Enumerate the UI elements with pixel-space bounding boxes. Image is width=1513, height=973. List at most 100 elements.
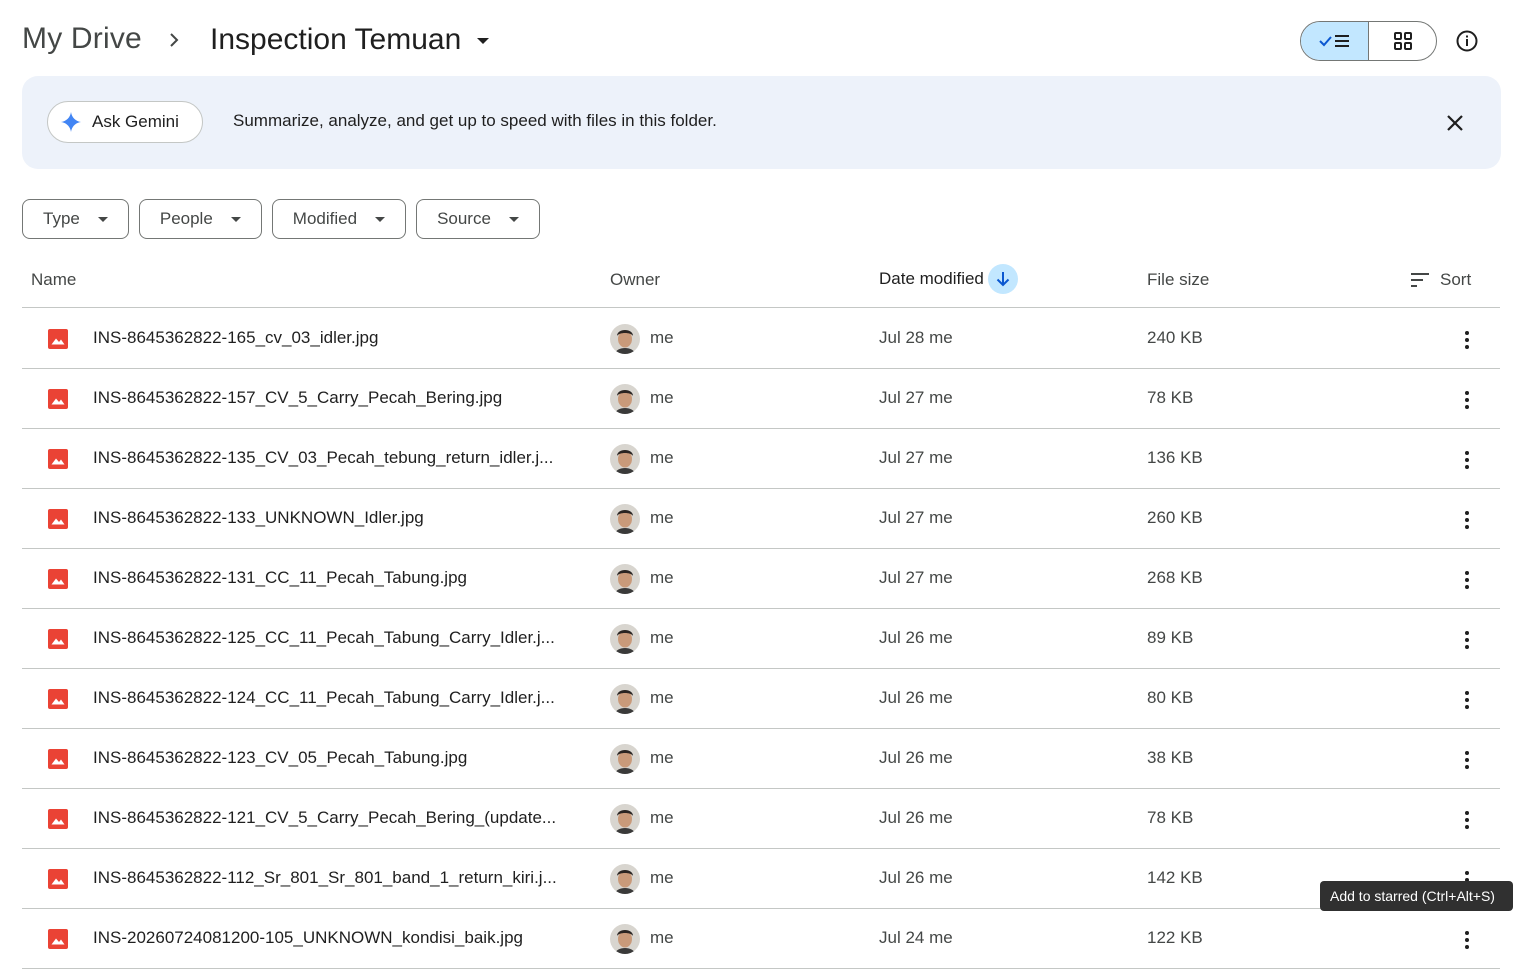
owner-name: me xyxy=(650,568,674,587)
tooltip: Add to starred (Ctrl+Alt+S) xyxy=(1320,881,1513,911)
owner-name: me xyxy=(650,928,674,947)
file-name[interactable]: INS-8645362822-124_CC_11_Pecah_Tabung_Ca… xyxy=(93,688,555,708)
avatar xyxy=(610,924,640,954)
date-modified: Jul 27 me xyxy=(879,448,953,467)
avatar xyxy=(610,384,640,414)
file-name[interactable]: INS-8645362822-135_CV_03_Pecah_tebung_re… xyxy=(93,448,553,468)
more-actions-button[interactable] xyxy=(1452,565,1482,595)
table-row[interactable]: INS-20260724081200-105_UNKNOWN_kondisi_b… xyxy=(22,909,1500,969)
avatar xyxy=(610,864,640,894)
table-row[interactable]: INS-8645362822-135_CV_03_Pecah_tebung_re… xyxy=(22,429,1500,489)
date-modified: Jul 26 me xyxy=(879,808,953,827)
avatar xyxy=(610,564,640,594)
more-actions-button[interactable] xyxy=(1452,385,1482,415)
breadcrumb-current-folder[interactable]: Inspection Temuan xyxy=(210,20,490,60)
table-row[interactable]: INS-8645362822-124_CC_11_Pecah_Tabung_Ca… xyxy=(22,669,1500,729)
ask-gemini-button[interactable]: Ask Gemini xyxy=(47,101,203,143)
more-vert-icon xyxy=(1465,631,1469,649)
table-row[interactable]: INS-8645362822-123_CV_05_Pecah_Tabung.jp… xyxy=(22,729,1500,789)
file-name[interactable]: INS-20260724081200-105_UNKNOWN_kondisi_b… xyxy=(93,928,523,948)
date-modified: Jul 27 me xyxy=(879,388,953,407)
sort-button[interactable]: Sort xyxy=(1410,270,1471,290)
table-row[interactable]: INS-8645362822-157_CV_5_Carry_Pecah_Beri… xyxy=(22,369,1500,429)
file-size: 142 KB xyxy=(1147,868,1203,887)
caret-down-icon xyxy=(477,38,490,44)
table-row[interactable]: INS-8645362822-165_cv_03_idler.jpg me Ju… xyxy=(22,309,1500,369)
more-vert-icon xyxy=(1465,571,1469,589)
close-banner-button[interactable] xyxy=(1442,110,1468,136)
column-header-date-modified[interactable]: Date modified xyxy=(879,264,1018,294)
info-icon xyxy=(1456,30,1478,52)
table-row[interactable]: INS-8645362822-112_Sr_801_Sr_801_band_1_… xyxy=(22,849,1500,909)
image-file-icon xyxy=(48,449,68,469)
column-header-file-size[interactable]: File size xyxy=(1147,270,1209,290)
filter-modified[interactable]: Modified xyxy=(271,199,407,239)
file-name[interactable]: INS-8645362822-125_CC_11_Pecah_Tabung_Ca… xyxy=(93,628,555,648)
more-actions-button[interactable] xyxy=(1452,805,1482,835)
owner-name: me xyxy=(650,328,674,347)
filter-type[interactable]: Type xyxy=(22,199,129,239)
caret-down-icon xyxy=(508,216,519,222)
date-modified: Jul 27 me xyxy=(879,568,953,587)
filter-people[interactable]: People xyxy=(138,199,262,239)
image-file-icon xyxy=(48,689,68,709)
date-modified: Jul 26 me xyxy=(879,868,953,887)
more-vert-icon xyxy=(1465,931,1469,949)
gemini-banner: Ask Gemini Summarize, analyze, and get u… xyxy=(22,76,1501,169)
caret-down-icon xyxy=(375,216,386,222)
caret-down-icon xyxy=(97,216,108,222)
owner-name: me xyxy=(650,688,674,707)
file-name[interactable]: INS-8645362822-131_CC_11_Pecah_Tabung.jp… xyxy=(93,568,467,588)
owner-name: me xyxy=(650,388,674,407)
list-view-button[interactable] xyxy=(1301,22,1369,60)
file-size: 80 KB xyxy=(1147,688,1194,707)
owner-name: me xyxy=(650,748,674,767)
breadcrumb-my-drive[interactable]: My Drive xyxy=(22,22,142,56)
file-size: 268 KB xyxy=(1147,568,1203,587)
arrow-down-icon xyxy=(996,272,1010,287)
table-row[interactable]: INS-8645362822-125_CC_11_Pecah_Tabung_Ca… xyxy=(22,609,1500,669)
file-name[interactable]: INS-8645362822-165_cv_03_idler.jpg xyxy=(93,328,378,348)
file-name[interactable]: INS-8645362822-157_CV_5_Carry_Pecah_Beri… xyxy=(93,388,502,408)
folder-title: Inspection Temuan xyxy=(210,23,462,56)
file-name[interactable]: INS-8645362822-133_UNKNOWN_Idler.jpg xyxy=(93,508,424,528)
date-modified: Jul 24 me xyxy=(879,928,953,947)
view-details-button[interactable] xyxy=(1450,24,1484,58)
close-icon xyxy=(1447,115,1463,131)
owner-name: me xyxy=(650,628,674,647)
more-actions-button[interactable] xyxy=(1452,505,1482,535)
file-name[interactable]: INS-8645362822-121_CV_5_Carry_Pecah_Beri… xyxy=(93,808,556,828)
file-name[interactable]: INS-8645362822-123_CV_05_Pecah_Tabung.jp… xyxy=(93,748,467,768)
chevron-right-icon xyxy=(170,33,179,47)
more-vert-icon xyxy=(1465,511,1469,529)
filter-source[interactable]: Source xyxy=(416,199,540,239)
column-header-name[interactable]: Name xyxy=(31,270,76,290)
file-size: 136 KB xyxy=(1147,448,1203,467)
more-actions-button[interactable] xyxy=(1452,445,1482,475)
column-header-owner[interactable]: Owner xyxy=(610,270,660,290)
table-row[interactable]: INS-8645362822-131_CC_11_Pecah_Tabung.jp… xyxy=(22,549,1500,609)
more-actions-button[interactable] xyxy=(1452,325,1482,355)
filter-label: Source xyxy=(437,209,491,228)
more-actions-button[interactable] xyxy=(1452,925,1482,955)
image-file-icon xyxy=(48,809,68,829)
more-actions-button[interactable] xyxy=(1452,745,1482,775)
image-file-icon xyxy=(48,509,68,529)
image-file-icon xyxy=(48,929,68,949)
avatar xyxy=(610,744,640,774)
sort-icon xyxy=(1411,273,1429,287)
filter-label: Modified xyxy=(292,209,358,228)
more-vert-icon xyxy=(1465,751,1469,769)
file-name[interactable]: INS-8645362822-112_Sr_801_Sr_801_band_1_… xyxy=(93,868,557,888)
sort-direction-button[interactable] xyxy=(987,264,1018,294)
table-row[interactable]: INS-8645362822-133_UNKNOWN_Idler.jpg me … xyxy=(22,489,1500,549)
file-size: 38 KB xyxy=(1147,748,1194,767)
file-size: 89 KB xyxy=(1147,628,1194,647)
more-actions-button[interactable] xyxy=(1452,685,1482,715)
grid-view-icon xyxy=(1393,32,1412,50)
banner-text: Summarize, analyze, and get up to speed … xyxy=(233,111,717,130)
image-file-icon xyxy=(48,629,68,649)
grid-view-button[interactable] xyxy=(1369,22,1436,60)
more-actions-button[interactable] xyxy=(1452,625,1482,655)
table-row[interactable]: INS-8645362822-121_CV_5_Carry_Pecah_Beri… xyxy=(22,789,1500,849)
